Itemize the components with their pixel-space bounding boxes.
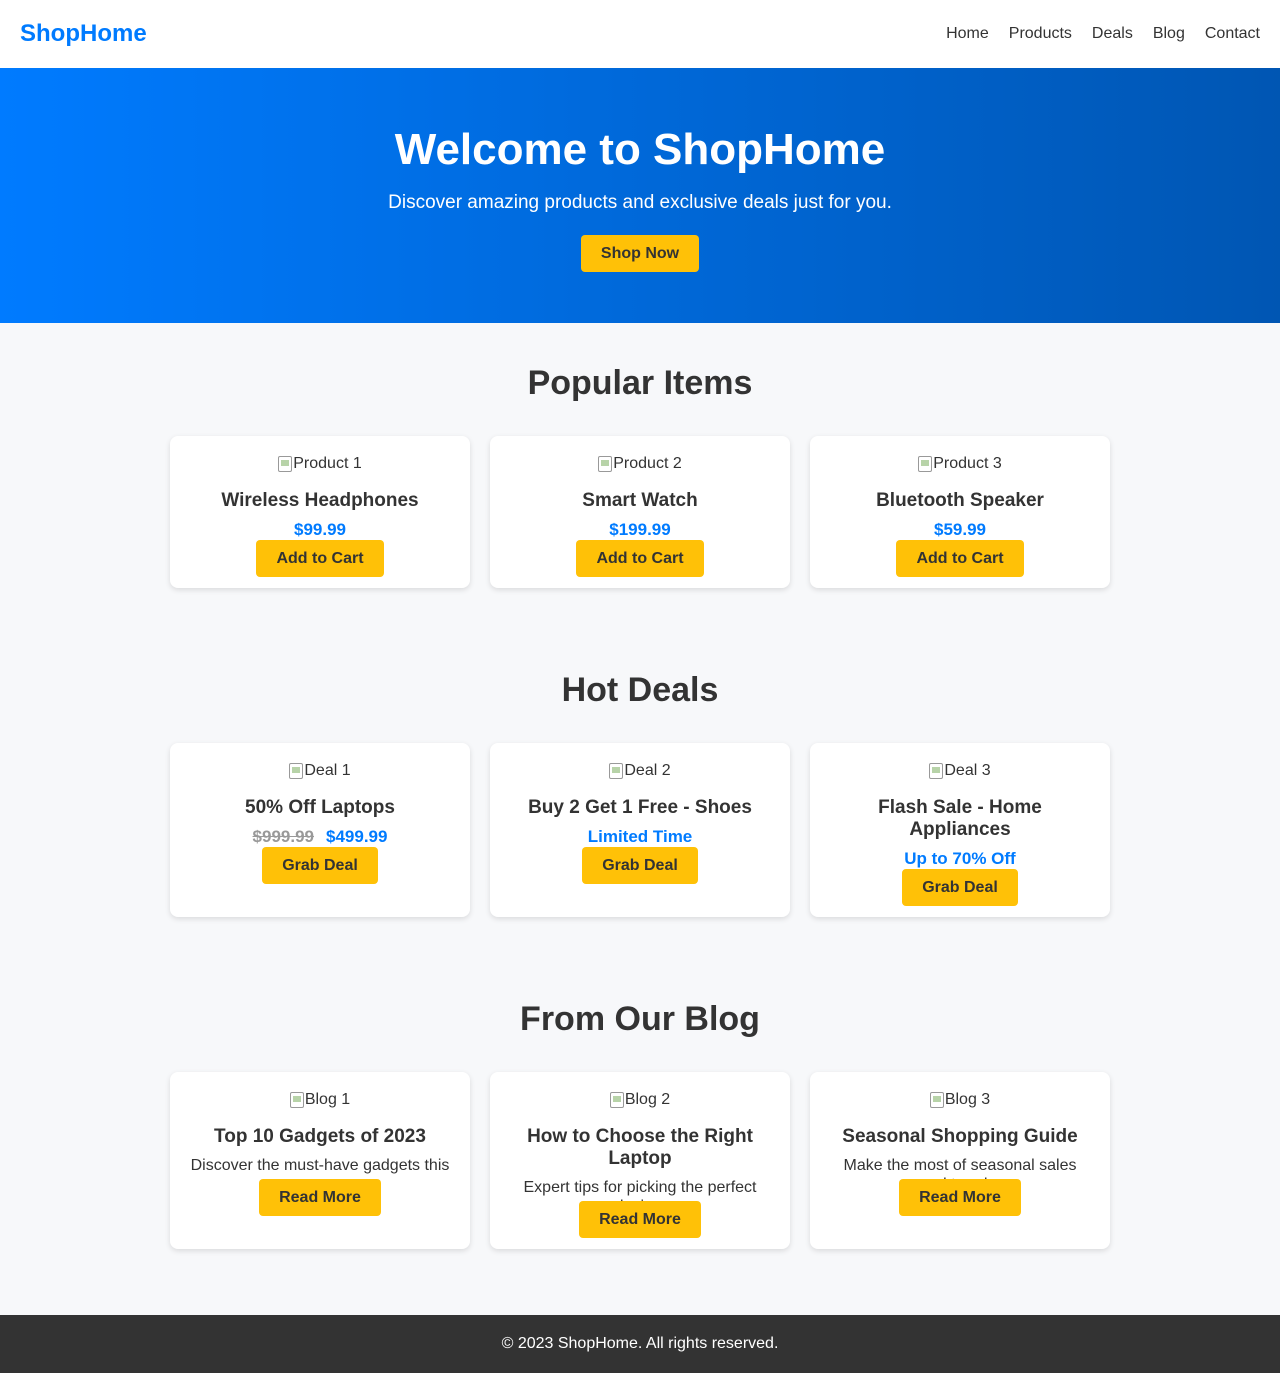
hot-deals-section: Hot Deals Deal 1 50% Off Laptops $999.99… (0, 588, 1280, 917)
broken-image-icon (929, 1092, 944, 1108)
deal-image: Deal 2 (609, 761, 671, 781)
image-alt-text: Product 1 (293, 455, 362, 472)
image-alt-text: Blog 1 (304, 1091, 351, 1108)
image-alt-text: Blog 2 (624, 1091, 671, 1108)
copyright-text: © 2023 ShopHome. All rights reserved. (501, 1335, 779, 1352)
brand-logo[interactable]: ShopHome (20, 20, 147, 48)
image-alt-text: Product 3 (933, 455, 1002, 472)
nav-link-blog[interactable]: Blog (1153, 25, 1185, 43)
blog-excerpt: Make the most of seasonal sales and tren… (843, 1157, 1077, 1179)
nav-link-home[interactable]: Home (946, 25, 989, 43)
deal-image: Deal 1 (289, 761, 351, 781)
add-to-cart-button[interactable]: Add to Cart (256, 540, 384, 577)
hero-banner: Welcome to ShopHome Discover amazing pro… (0, 68, 1280, 323)
deal-image: Deal 3 (929, 761, 991, 781)
broken-image-icon (278, 456, 293, 472)
product-image: Product 3 (918, 454, 1002, 474)
broken-image-icon (598, 456, 613, 472)
add-to-cart-button[interactable]: Add to Cart (896, 540, 1024, 577)
deal-name: 50% Off Laptops (245, 797, 395, 818)
product-name: Wireless Headphones (221, 490, 419, 511)
product-price: $99.99 (294, 520, 346, 539)
blog-title: Seasonal Shopping Guide (842, 1126, 1078, 1147)
deal-name: Buy 2 Get 1 Free - Shoes (528, 797, 752, 818)
hero-title: Welcome to ShopHome (394, 125, 886, 174)
grab-deal-button[interactable]: Grab Deal (262, 847, 378, 884)
nav-link-products[interactable]: Products (1009, 25, 1072, 43)
blog-excerpt: Discover the must-have gadgets this year… (190, 1157, 450, 1179)
blog-excerpt-wrap: Make the most of seasonal sales and tren… (830, 1156, 1090, 1179)
blog-card: Blog 3 Seasonal Shopping Guide Make the … (810, 1072, 1110, 1249)
deal-card: Deal 2 Buy 2 Get 1 Free - Shoes Limited … (490, 743, 790, 917)
product-image: Product 2 (598, 454, 682, 474)
section-heading: From Our Blog (520, 1000, 760, 1038)
broken-image-icon (609, 1092, 624, 1108)
product-card: Product 2 Smart Watch $199.99 Add to Car… (490, 436, 790, 588)
blog-title: Top 10 Gadgets of 2023 (214, 1126, 426, 1147)
image-alt-text: Product 2 (613, 455, 682, 472)
product-card: Product 3 Bluetooth Speaker $59.99 Add t… (810, 436, 1110, 588)
product-name: Smart Watch (582, 490, 698, 511)
deal-name: Flash Sale - Home Appliances (878, 797, 1042, 840)
blog-card: Blog 2 How to Choose the Right Laptop Ex… (490, 1072, 790, 1249)
section-heading: Hot Deals (561, 671, 719, 709)
grab-deal-button[interactable]: Grab Deal (582, 847, 698, 884)
broken-image-icon (289, 1092, 304, 1108)
site-footer: © 2023 ShopHome. All rights reserved. (0, 1315, 1280, 1373)
blog-image: Blog 2 (609, 1090, 671, 1110)
blog-card: Blog 1 Top 10 Gadgets of 2023 Discover t… (170, 1072, 470, 1249)
product-grid: Product 1 Wireless Headphones $99.99 Add… (0, 436, 1280, 588)
read-more-button[interactable]: Read More (899, 1179, 1021, 1216)
product-image: Product 1 (278, 454, 362, 474)
deals-grid: Deal 1 50% Off Laptops $999.99 $499.99 Gr… (0, 743, 1280, 917)
blog-excerpt-wrap: Discover the must-have gadgets this year… (190, 1156, 450, 1179)
hero-subtitle: Discover amazing products and exclusive … (388, 192, 892, 213)
broken-image-icon (918, 456, 933, 472)
popular-items-section: Popular Items Product 1 Wireless Headpho… (0, 323, 1280, 588)
blog-grid: Blog 1 Top 10 Gadgets of 2023 Discover t… (0, 1072, 1280, 1249)
read-more-button[interactable]: Read More (579, 1201, 701, 1238)
deal-card: Deal 1 50% Off Laptops $999.99 $499.99 Gr… (170, 743, 470, 917)
product-card: Product 1 Wireless Headphones $99.99 Add… (170, 436, 470, 588)
shop-now-button[interactable]: Shop Now (580, 235, 700, 272)
site-header: ShopHome Home Products Deals Blog Contac… (0, 0, 1280, 68)
new-price: $499.99 (326, 827, 388, 846)
blog-section: From Our Blog Blog 1 Top 10 Gadgets of 2… (0, 917, 1280, 1249)
blog-image: Blog 1 (289, 1090, 351, 1110)
grab-deal-button[interactable]: Grab Deal (902, 869, 1018, 906)
deal-card: Deal 3 Flash Sale - Home Appliances Up t… (810, 743, 1110, 917)
nav-link-contact[interactable]: Contact (1205, 25, 1260, 43)
add-to-cart-button[interactable]: Add to Cart (576, 540, 704, 577)
blog-image: Blog 3 (929, 1090, 991, 1110)
broken-image-icon (609, 763, 624, 779)
broken-image-icon (929, 763, 944, 779)
old-price: $999.99 (252, 827, 314, 846)
product-price: $199.99 (609, 520, 671, 539)
deal-price: $999.99 $499.99 (190, 827, 450, 847)
blog-excerpt: Expert tips for picking the perfect devi… (523, 1179, 757, 1201)
section-heading: Popular Items (527, 364, 753, 402)
image-alt-text: Blog 3 (944, 1091, 991, 1108)
image-alt-text: Deal 1 (304, 762, 351, 779)
deal-price: Up to 70% Off (904, 849, 1016, 868)
image-alt-text: Deal 2 (624, 762, 671, 779)
blog-excerpt-wrap: Expert tips for picking the perfect devi… (510, 1178, 770, 1201)
broken-image-icon (289, 763, 304, 779)
nav-link-deals[interactable]: Deals (1092, 25, 1133, 43)
blog-title: How to Choose the Right Laptop (527, 1126, 753, 1169)
image-alt-text: Deal 3 (944, 762, 991, 779)
product-price: $59.99 (934, 520, 986, 539)
main-nav: Home Products Deals Blog Contact (926, 25, 1260, 43)
product-name: Bluetooth Speaker (876, 490, 1044, 511)
deal-price: Limited Time (587, 827, 693, 846)
read-more-button[interactable]: Read More (259, 1179, 381, 1216)
